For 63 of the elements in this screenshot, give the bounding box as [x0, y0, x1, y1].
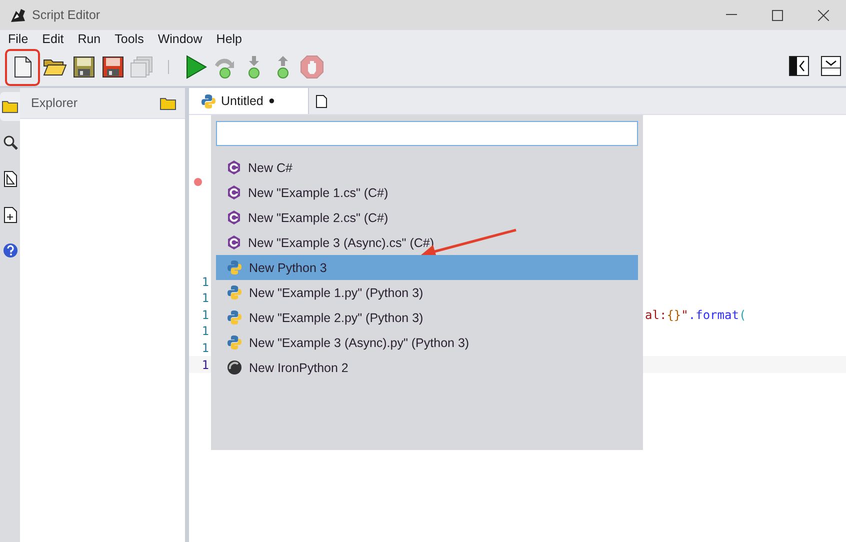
menu-item[interactable]: Window [150, 32, 210, 46]
editor-tab[interactable]: Untitled ● [189, 88, 309, 114]
chart-document-icon [4, 170, 16, 186]
new-file-button[interactable] [5, 48, 40, 86]
floppy-icon [102, 56, 124, 78]
dropdown-button[interactable] [821, 56, 841, 78]
sidebar-tab[interactable] [0, 92, 20, 121]
folder-icon [2, 100, 18, 113]
python-icon [227, 285, 242, 300]
step-out-icon [274, 55, 290, 79]
step-into-icon [246, 55, 262, 79]
menu-item[interactable]: New "Example 3 (Async).py" (Python 3) [216, 330, 638, 355]
new-folder-icon[interactable] [160, 96, 176, 110]
menu-item[interactable]: New "Example 1.py" (Python 3) [216, 280, 638, 305]
menu-item[interactable]: New "Example 2.cs" (C#) [216, 205, 638, 230]
line-number: 1 [202, 291, 209, 306]
folder-icon [42, 57, 66, 77]
breakpoint-dot[interactable] [194, 178, 202, 186]
csharp-icon [227, 210, 241, 225]
dropdown-icon [821, 56, 841, 76]
panel-toggle-button[interactable] [789, 56, 809, 78]
menu-item[interactable]: New "Example 1.cs" (C#) [216, 180, 638, 205]
line-number: 1 [202, 308, 209, 322]
stop-icon [300, 55, 324, 79]
line-number: 1 [202, 324, 209, 338]
menu-item[interactable]: New "Example 2.py" (Python 3) [216, 305, 638, 330]
minimize-icon [726, 14, 736, 16]
menu-item[interactable]: New IronPython 2 [216, 355, 638, 380]
line-number: 1 [202, 274, 209, 289]
csharp-icon [227, 160, 241, 175]
plus-document-icon [4, 206, 16, 222]
menu-item[interactable]: Run [70, 32, 108, 46]
menu-item[interactable]: New Python 3 [216, 255, 638, 280]
menu-item[interactable]: Tools [108, 32, 151, 46]
maximize-icon [772, 10, 782, 20]
csharp-icon [227, 185, 241, 200]
collapse-panel-icon [789, 56, 809, 76]
new-file-icon [14, 56, 32, 78]
python-icon [201, 94, 216, 108]
line-number: 1 [202, 341, 209, 356]
menu-item[interactable]: Edit [35, 32, 71, 46]
menu-item[interactable]: File [1, 32, 36, 46]
code-line: al:{}".format( [645, 308, 746, 322]
python-icon [227, 310, 242, 325]
line-number: 1 [202, 358, 209, 372]
python-icon [227, 260, 242, 275]
close-icon [818, 10, 828, 20]
app-logo-icon [10, 7, 26, 23]
window-title: Script Editor [32, 8, 100, 22]
run-icon [184, 55, 206, 79]
search-icon [2, 135, 18, 150]
csharp-icon [227, 235, 241, 250]
python-icon [227, 335, 242, 350]
menu-item[interactable]: New C# [216, 155, 638, 180]
modified-dot: ● [268, 95, 276, 107]
search-field[interactable] [216, 121, 638, 146]
floppies-icon [130, 56, 154, 78]
panel-title: Explorer [31, 96, 79, 110]
ironpython-icon [227, 360, 242, 375]
new-file-icon [316, 94, 326, 108]
menu-item[interactable]: Help [209, 32, 250, 46]
floppy-icon [72, 56, 94, 78]
help-icon [2, 243, 18, 258]
